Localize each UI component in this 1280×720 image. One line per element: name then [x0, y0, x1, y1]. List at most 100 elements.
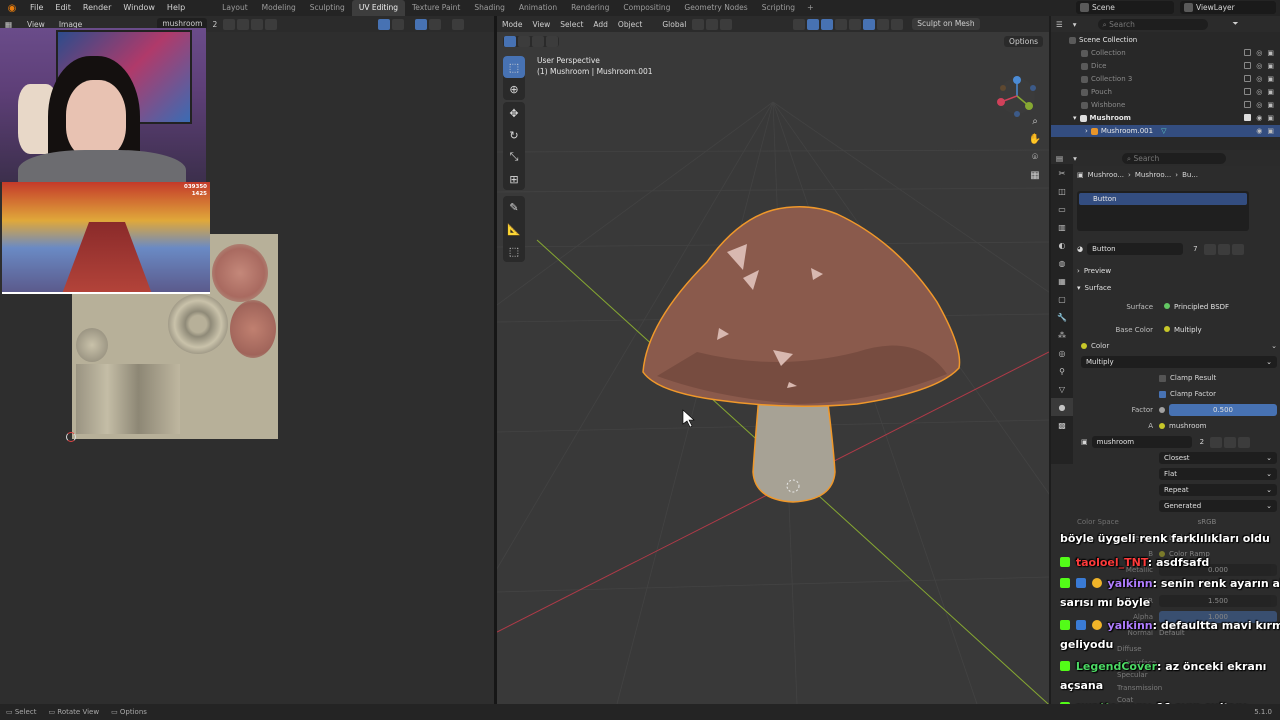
tab-sculpting[interactable]: Sculpting — [303, 0, 352, 16]
eye-icon[interactable]: ◉ — [1256, 114, 1262, 122]
vertex-select-icon[interactable] — [504, 36, 516, 47]
island-select-icon[interactable] — [546, 36, 558, 47]
menu-edit[interactable]: Edit — [49, 0, 77, 16]
camera-icon[interactable]: ▣ — [1267, 101, 1274, 109]
surface-section-header[interactable]: ▾ Surface — [1077, 281, 1277, 295]
preview-section-header[interactable]: › Preview — [1077, 264, 1277, 278]
outliner-item[interactable]: Collection 3 ◎ ▣ — [1051, 73, 1280, 85]
zoom-icon[interactable]: ⌕ — [1028, 114, 1042, 128]
visibility-icon[interactable] — [793, 18, 806, 30]
physics-tab-icon[interactable]: ◎ — [1051, 344, 1073, 362]
outliner-item[interactable]: Wishbone ◎ ▣ — [1051, 99, 1280, 111]
proportional-edit-icon[interactable] — [720, 18, 733, 30]
unlink-material-icon[interactable] — [1231, 243, 1244, 255]
outliner-row-toggles[interactable]: ◎ ▣ — [1244, 88, 1274, 96]
ortho-toggle-icon[interactable]: ▦ — [1028, 168, 1042, 182]
menu-file[interactable]: File — [24, 0, 49, 16]
face-select-icon[interactable] — [532, 36, 544, 47]
checkbox-icon[interactable] — [1244, 49, 1252, 56]
eye-icon[interactable]: ◎ — [1256, 88, 1262, 96]
outliner-editor-icon[interactable]: ☰ — [1051, 20, 1068, 29]
tab-compositing[interactable]: Compositing — [616, 0, 677, 16]
sculpt-on-mesh-button[interactable]: Sculpt on Mesh — [912, 18, 980, 30]
outliner-row-toggles[interactable]: ◎ ▣ — [1244, 101, 1274, 109]
material-slot-list[interactable]: Button — [1077, 191, 1249, 231]
tab-rendering[interactable]: Rendering — [564, 0, 616, 16]
overlay-icon[interactable] — [821, 18, 834, 30]
scene-tab-icon[interactable]: ◐ — [1051, 236, 1073, 254]
cursor-tool-icon[interactable]: ⊕ — [503, 78, 525, 100]
menu-help[interactable]: Help — [161, 0, 191, 16]
move-tool-icon[interactable]: ✥ — [503, 102, 525, 124]
properties-filter-icon[interactable]: ▾ — [1068, 154, 1082, 163]
3d-viewport[interactable]: Mode View Select Add Object Global Sculp… — [497, 16, 1049, 704]
viewport-object-menu[interactable]: Object — [613, 20, 647, 29]
outliner-root[interactable]: Scene Collection — [1051, 34, 1280, 46]
outliner-item[interactable]: ▾ Mushroom ◉ ▣ — [1051, 112, 1280, 124]
transform-tool-icon[interactable]: ⊞ — [503, 168, 525, 190]
particles-tab-icon[interactable]: ⁂ — [1051, 326, 1073, 344]
blender-logo-icon[interactable]: ◉ — [5, 1, 19, 15]
collapse-arrow-icon[interactable]: › — [1077, 267, 1080, 275]
pivot-icon[interactable] — [692, 18, 705, 30]
outliner-search-input[interactable]: ⌕ Search — [1097, 18, 1208, 30]
camera-icon[interactable]: ▣ — [1267, 114, 1274, 122]
camera-icon[interactable]: ▣ — [1267, 62, 1274, 70]
image-name-field[interactable]: mushroom — [1091, 436, 1192, 448]
add-cube-tool-icon[interactable]: ⬚ — [503, 240, 525, 262]
new-image-icon[interactable] — [223, 18, 236, 30]
outliner-item[interactable]: › Mushroom.001 ▽ ◉ ▣ — [1051, 125, 1280, 137]
image-icon[interactable]: ▣ — [1081, 438, 1088, 446]
duplicate-material-icon[interactable] — [1217, 243, 1230, 255]
properties-search-input[interactable]: ⌕ Search — [1121, 152, 1226, 164]
viewport-select-menu[interactable]: Select — [555, 20, 588, 29]
menu-render[interactable]: Render — [77, 0, 117, 16]
outliner-funnel-icon[interactable]: ⏷ — [1228, 19, 1244, 29]
tab-uv-editing[interactable]: UV Editing — [351, 0, 405, 16]
rotate-tool-icon[interactable]: ↻ — [503, 124, 525, 146]
scene-selector[interactable]: Scene — [1076, 1, 1174, 14]
mushroom-stem[interactable] — [752, 395, 836, 503]
tab-geometry-nodes[interactable]: Geometry Nodes — [677, 0, 754, 16]
clamp-factor-checkbox[interactable] — [1159, 390, 1166, 398]
checkbox-icon[interactable] — [1244, 114, 1252, 121]
shading-solid-icon[interactable] — [863, 18, 876, 30]
gizmo-icon[interactable] — [807, 18, 820, 30]
expand-arrow-icon[interactable]: › — [1085, 127, 1088, 135]
outliner-item[interactable]: Collection ◎ ▣ — [1051, 47, 1280, 59]
fake-user-icon[interactable] — [1203, 243, 1216, 255]
eye-icon[interactable]: ◎ — [1256, 62, 1262, 70]
uv-proportional-icon[interactable] — [429, 18, 442, 30]
tab-shading[interactable]: Shading — [467, 0, 511, 16]
outliner-row-toggles[interactable]: ◉ ▣ — [1244, 114, 1274, 122]
open-image-icon[interactable] — [1224, 436, 1237, 448]
output-tab-icon[interactable]: ▭ — [1051, 200, 1073, 218]
texture-tab-icon[interactable]: ▩ — [1051, 416, 1073, 434]
uv-select-mode-icon[interactable] — [392, 18, 405, 30]
2d-cursor-icon[interactable] — [66, 432, 76, 442]
tool-tab-icon[interactable]: ✂ — [1051, 164, 1073, 182]
view-layer-tab-icon[interactable]: ▥ — [1051, 218, 1073, 236]
camera-icon[interactable]: ▣ — [1267, 88, 1274, 96]
extension-selector[interactable]: Repeat ⌄ — [1159, 484, 1277, 496]
eye-icon[interactable]: ◎ — [1256, 75, 1262, 83]
world-tab-icon[interactable]: ◍ — [1051, 254, 1073, 272]
checkbox-icon[interactable] — [1244, 101, 1252, 108]
eye-icon[interactable]: ◉ — [1256, 127, 1262, 135]
constraints-tab-icon[interactable]: ⚲ — [1051, 362, 1073, 380]
clamp-result-checkbox[interactable] — [1159, 374, 1166, 382]
outliner-row-toggles[interactable]: ◎ ▣ — [1244, 49, 1274, 57]
pin-icon[interactable] — [265, 18, 278, 30]
checkbox-icon[interactable] — [1244, 62, 1252, 69]
pan-hand-icon[interactable]: ✋ — [1028, 132, 1042, 146]
xray-icon[interactable] — [835, 18, 848, 30]
select-box-tool-icon[interactable]: ⬚ — [503, 56, 525, 78]
camera-view-icon[interactable]: ⌾ — [1028, 150, 1042, 164]
snap-icon[interactable] — [706, 18, 719, 30]
viewport-add-menu[interactable]: Add — [588, 20, 613, 29]
camera-icon[interactable]: ▣ — [1267, 75, 1274, 83]
blend-mode-selector[interactable]: Multiply ⌄ — [1081, 356, 1277, 368]
navigation-gizmo[interactable] — [997, 76, 1036, 117]
camera-icon[interactable]: ▣ — [1267, 127, 1274, 135]
checkbox-icon[interactable] — [1244, 75, 1252, 82]
